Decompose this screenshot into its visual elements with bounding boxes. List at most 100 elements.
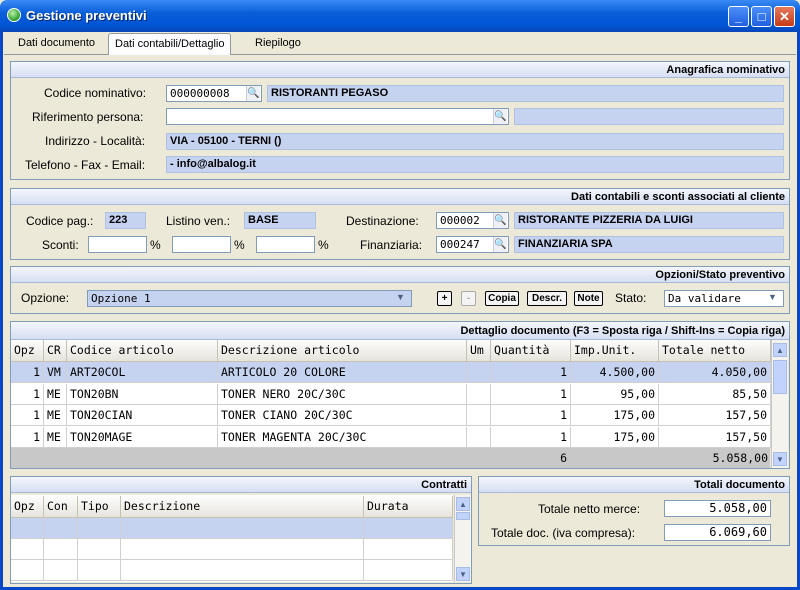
- table-cell[interactable]: [467, 362, 491, 383]
- table-cell[interactable]: 4.050,00: [659, 362, 771, 383]
- table-cell[interactable]: ME: [44, 405, 67, 426]
- column-header-1[interactable]: CR: [44, 340, 67, 362]
- table-cell[interactable]: 1: [491, 426, 571, 448]
- totale-doc-label: Totale doc. (iva compresa):: [491, 526, 636, 540]
- contratti-scroll-up-icon[interactable]: ▲: [456, 497, 470, 511]
- contratti-scroll-down-icon[interactable]: ▼: [456, 567, 470, 581]
- contratti-scroll-thumb[interactable]: [456, 512, 470, 520]
- copia-button[interactable]: Copia: [485, 291, 519, 306]
- contratti-cell[interactable]: [11, 539, 44, 560]
- table-cell[interactable]: [467, 426, 491, 448]
- sconto-3-input[interactable]: [256, 236, 315, 253]
- riferimento-input[interactable]: [166, 108, 509, 125]
- table-cell[interactable]: TON20CIAN: [67, 405, 218, 426]
- sconto-2-input[interactable]: [172, 236, 231, 253]
- stato-select[interactable]: Da validare: [664, 290, 784, 307]
- contratti-cell[interactable]: [364, 539, 453, 560]
- contratti-column-header-4[interactable]: Durata: [364, 496, 453, 518]
- table-cell[interactable]: 95,00: [571, 383, 659, 405]
- contratti-cell[interactable]: [44, 539, 78, 560]
- table-cell[interactable]: TON20BN: [67, 383, 218, 405]
- contratti-cell[interactable]: [11, 560, 44, 581]
- remove-option-button[interactable]: -: [461, 291, 476, 306]
- column-header-5[interactable]: Quantità: [491, 340, 571, 362]
- destinazione-label: Destinazione:: [346, 214, 419, 228]
- table-cell[interactable]: TONER CIANO 20C/30C: [218, 405, 467, 426]
- table-cell[interactable]: [467, 405, 491, 426]
- contratti-cell[interactable]: [121, 560, 364, 581]
- riferimento-search-icon[interactable]: 🔍: [493, 109, 507, 124]
- table-cell[interactable]: 175,00: [571, 426, 659, 448]
- codice-search-icon[interactable]: 🔍: [246, 86, 260, 101]
- scroll-thumb[interactable]: [773, 360, 787, 394]
- table-cell[interactable]: 157,50: [659, 405, 771, 426]
- table-cell[interactable]: 157,50: [659, 426, 771, 448]
- sconto-1-input[interactable]: [88, 236, 147, 253]
- maximize-button[interactable]: □: [751, 6, 772, 27]
- contratti-cell[interactable]: [44, 518, 78, 539]
- minimize-button[interactable]: _: [728, 6, 749, 27]
- contabili-header: Dati contabili e sconti associati al cli…: [11, 189, 789, 205]
- opzione-dropdown-icon[interactable]: ▼: [396, 292, 405, 302]
- contratti-cell[interactable]: [44, 560, 78, 581]
- column-header-6[interactable]: Imp.Unit.: [571, 340, 659, 362]
- opzioni-header: Opzioni/Stato preventivo: [11, 267, 789, 283]
- contratti-column-header-0[interactable]: Opz: [11, 496, 44, 518]
- column-header-2[interactable]: Codice articolo: [67, 340, 218, 362]
- indirizzo-label: Indirizzo - Località:: [45, 134, 146, 148]
- total-quantity: 6: [560, 451, 567, 465]
- opzione-select[interactable]: Opzione 1: [87, 290, 412, 307]
- note-button[interactable]: Note: [574, 291, 603, 306]
- table-cell[interactable]: 1: [491, 362, 571, 383]
- destinazione-search-icon[interactable]: 🔍: [493, 213, 507, 228]
- table-cell[interactable]: TON20MAGE: [67, 426, 218, 448]
- table-cell[interactable]: 1: [11, 426, 44, 448]
- tab-riepilogo[interactable]: Riepilogo: [249, 33, 307, 55]
- stato-dropdown-icon[interactable]: ▼: [768, 292, 777, 302]
- tab-dati-contabili[interactable]: Dati contabili/Dettaglio: [108, 33, 232, 55]
- table-cell[interactable]: 4.500,00: [571, 362, 659, 383]
- column-header-4[interactable]: Um: [467, 340, 491, 362]
- table-cell[interactable]: ME: [44, 383, 67, 405]
- column-header-0[interactable]: Opz: [11, 340, 44, 362]
- close-button[interactable]: ✕: [774, 6, 795, 27]
- tab-dati-documento[interactable]: Dati documento: [12, 33, 101, 55]
- table-cell[interactable]: ME: [44, 426, 67, 448]
- contratti-cell[interactable]: [121, 539, 364, 560]
- column-header-7[interactable]: Totale netto: [659, 340, 771, 362]
- contratti-cell[interactable]: [364, 560, 453, 581]
- total-net: 5.058,00: [712, 451, 768, 465]
- codice-nominativo-label: Codice nominativo:: [44, 86, 147, 100]
- stato-value: Da validare: [668, 292, 741, 305]
- table-cell[interactable]: VM: [44, 362, 67, 383]
- table-cell[interactable]: [467, 383, 491, 405]
- descr-button[interactable]: Descr.: [527, 291, 567, 306]
- table-cell[interactable]: 1: [11, 405, 44, 426]
- contratti-column-header-2[interactable]: Tipo: [78, 496, 121, 518]
- table-cell[interactable]: ARTICOLO 20 COLORE: [218, 362, 467, 383]
- scroll-down-icon[interactable]: ▼: [773, 452, 787, 466]
- table-row-selected[interactable]: 1: [11, 362, 44, 383]
- contratti-cell[interactable]: [78, 539, 121, 560]
- scroll-up-icon[interactable]: ▲: [773, 343, 787, 357]
- contratti-cell[interactable]: [11, 518, 44, 539]
- column-header-3[interactable]: Descrizione articolo: [218, 340, 467, 362]
- sconti-label: Sconti:: [42, 238, 79, 252]
- add-option-button[interactable]: +: [437, 291, 452, 306]
- table-cell[interactable]: 1: [11, 383, 44, 405]
- contratti-column-header-3[interactable]: Descrizione: [121, 496, 364, 518]
- contratti-cell[interactable]: [78, 560, 121, 581]
- table-cell[interactable]: TONER MAGENTA 20C/30C: [218, 426, 467, 448]
- table-cell[interactable]: 85,50: [659, 383, 771, 405]
- table-cell[interactable]: 175,00: [571, 405, 659, 426]
- contratti-cell[interactable]: [78, 518, 121, 539]
- totale-merce-value: 5.058,00: [664, 500, 771, 517]
- table-cell[interactable]: TONER NERO 20C/30C: [218, 383, 467, 405]
- table-cell[interactable]: 1: [491, 405, 571, 426]
- table-cell[interactable]: 1: [491, 383, 571, 405]
- finanziaria-search-icon[interactable]: 🔍: [493, 237, 507, 252]
- contratti-column-header-1[interactable]: Con: [44, 496, 78, 518]
- contratti-cell[interactable]: [121, 518, 364, 539]
- table-cell[interactable]: ART20COL: [67, 362, 218, 383]
- contratti-cell[interactable]: [364, 518, 453, 539]
